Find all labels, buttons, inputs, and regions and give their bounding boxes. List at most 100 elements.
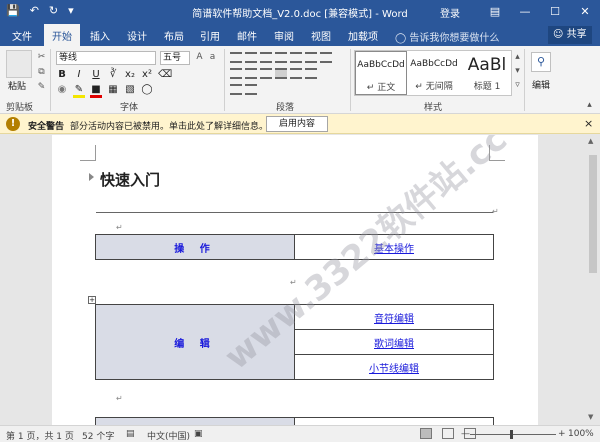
- char-shading-icon[interactable]: ▧: [124, 84, 136, 98]
- zoom-in-icon[interactable]: +: [558, 429, 566, 439]
- style-normal[interactable]: AaBbCcDd ↵ 正文: [355, 51, 407, 95]
- shading-icon[interactable]: [230, 84, 242, 95]
- scroll-thumb[interactable]: [589, 155, 597, 273]
- word-count[interactable]: 52 个字: [82, 429, 114, 442]
- borders-icon[interactable]: [245, 84, 257, 95]
- editing-button[interactable]: ⚲ 编辑: [528, 52, 554, 104]
- link-lyrics-edit[interactable]: 歌词编辑: [374, 339, 414, 350]
- close-icon[interactable]: ✕: [570, 0, 600, 24]
- sort-icon[interactable]: [305, 52, 317, 63]
- style-heading-1[interactable]: AaBl 标题 1: [461, 51, 513, 95]
- tab-view[interactable]: 视图: [311, 28, 331, 43]
- align-left-icon[interactable]: [230, 68, 242, 79]
- align-center-icon[interactable]: [245, 68, 257, 79]
- read-mode-icon[interactable]: [420, 428, 432, 439]
- crop-mark: [80, 145, 96, 161]
- tab-home[interactable]: 开始: [44, 24, 80, 46]
- styles-more-icon[interactable]: ▿: [512, 80, 523, 91]
- share-button[interactable]: ☺ 共享: [548, 26, 592, 44]
- highlight-icon[interactable]: ✎: [73, 84, 85, 98]
- tell-me-text: 告诉我你想要做什么: [409, 33, 500, 44]
- paste-button[interactable]: [6, 50, 32, 78]
- proofing-icon[interactable]: ▤: [126, 429, 135, 439]
- table-link-cell: 小节线编辑: [294, 354, 494, 380]
- clipboard-group-label: 剪贴板: [6, 103, 34, 113]
- show-marks-icon[interactable]: [320, 52, 332, 63]
- word-window: 💾 ↶ ↻ ▾ 简谱软件帮助文档_V2.0.doc [兼容模式] - Word …: [0, 0, 600, 442]
- style-name: ↵ 无间隔: [415, 82, 453, 92]
- line-spacing-icon[interactable]: [305, 68, 317, 79]
- minimize-icon[interactable]: —: [510, 0, 540, 24]
- styles-up-icon[interactable]: ▴: [512, 52, 523, 63]
- login-link[interactable]: 登录: [440, 5, 460, 20]
- document-heading: 快速入门: [100, 171, 161, 189]
- grow-font-icon[interactable]: A: [194, 52, 205, 63]
- zoom-level[interactable]: 100%: [568, 429, 594, 439]
- print-layout-icon[interactable]: [442, 428, 454, 439]
- text-effects-icon[interactable]: ◉: [56, 84, 68, 98]
- tab-review[interactable]: 审阅: [274, 28, 294, 43]
- tab-design[interactable]: 设计: [127, 28, 147, 43]
- copy-icon[interactable]: ⧉: [36, 67, 47, 78]
- style-preview: AaBbCcDd: [357, 60, 405, 70]
- tab-references[interactable]: 引用: [200, 28, 220, 43]
- tab-file[interactable]: 文件: [12, 28, 32, 43]
- distributed-icon[interactable]: [290, 68, 302, 79]
- change-case-icon[interactable]: ▦: [107, 84, 119, 98]
- paragraph-mark: ↵: [116, 223, 123, 232]
- styles-down-icon[interactable]: ▾: [512, 66, 523, 77]
- ribbon-tabs: 文件 开始 插入 设计 布局 引用 邮件 审阅 视图 加载项 ◯ 告诉我你想要做…: [0, 24, 600, 46]
- shrink-font-icon[interactable]: a: [207, 52, 218, 63]
- underline-button[interactable]: U: [90, 69, 102, 80]
- collapse-heading-icon[interactable]: [89, 173, 94, 181]
- page-count[interactable]: 第 1 页，共 1 页: [6, 429, 74, 442]
- font-color-icon[interactable]: ■: [90, 84, 102, 98]
- warning-icon: !: [6, 117, 20, 131]
- scroll-down-icon[interactable]: ▼: [588, 413, 593, 421]
- tab-addins[interactable]: 加载项: [348, 28, 378, 43]
- enclose-char-icon[interactable]: ◯: [141, 84, 153, 98]
- increase-indent-icon[interactable]: [290, 52, 302, 63]
- tab-mailings[interactable]: 邮件: [237, 28, 257, 43]
- clear-format-icon[interactable]: ⌫: [158, 69, 172, 80]
- zoom-out-icon[interactable]: —: [461, 429, 470, 439]
- superscript-icon[interactable]: x²: [141, 69, 153, 80]
- justify-icon[interactable]: [275, 68, 287, 79]
- font-size-box[interactable]: 五号: [160, 51, 190, 65]
- close-warning-icon[interactable]: ×: [584, 117, 593, 130]
- subscript-icon[interactable]: x₂: [124, 69, 136, 80]
- link-barline-edit[interactable]: 小节线编辑: [369, 364, 419, 375]
- multilevel-list-icon[interactable]: [260, 52, 272, 63]
- language-indicator[interactable]: 中文(中国): [147, 429, 190, 442]
- maximize-icon[interactable]: ☐: [540, 0, 570, 24]
- strikethrough-icon[interactable]: ∛: [107, 69, 119, 80]
- tab-insert[interactable]: 插入: [90, 28, 110, 43]
- align-right-icon[interactable]: [260, 68, 272, 79]
- style-no-spacing[interactable]: AaBbCcDd ↵ 无间隔: [408, 51, 460, 95]
- paragraph-mark: ↵: [492, 207, 499, 216]
- bullets-icon[interactable]: [230, 52, 242, 63]
- ribbon-display-icon[interactable]: ▤: [480, 0, 510, 24]
- cut-icon[interactable]: ✂: [36, 52, 47, 63]
- format-painter-icon[interactable]: ✎: [36, 82, 47, 93]
- warning-message[interactable]: 部分活动内容已被禁用。单击此处了解详细信息。: [70, 119, 268, 132]
- collapse-ribbon-icon[interactable]: ▴: [584, 100, 595, 111]
- enable-content-button[interactable]: 启用内容: [266, 116, 328, 132]
- table-move-handle-icon[interactable]: +: [88, 296, 96, 304]
- vertical-scrollbar[interactable]: ▲ ▼: [586, 135, 600, 425]
- zoom-slider[interactable]: [470, 434, 556, 435]
- macro-icon[interactable]: ▣: [194, 429, 203, 439]
- tell-me-search[interactable]: ◯ 告诉我你想要做什么: [395, 29, 499, 44]
- decrease-indent-icon[interactable]: [275, 52, 287, 63]
- zoom-slider-thumb[interactable]: [510, 430, 513, 439]
- group-divider: [524, 49, 525, 111]
- bold-button[interactable]: B: [56, 69, 68, 80]
- italic-button[interactable]: I: [73, 69, 85, 80]
- shading-buttons: [230, 84, 257, 95]
- numbering-icon[interactable]: [245, 52, 257, 63]
- link-note-edit[interactable]: 音符编辑: [374, 314, 414, 325]
- person-icon: ☺: [553, 29, 564, 40]
- tab-layout[interactable]: 布局: [164, 28, 184, 43]
- font-name-box[interactable]: 等线: [56, 51, 156, 65]
- scroll-up-icon[interactable]: ▲: [588, 137, 593, 145]
